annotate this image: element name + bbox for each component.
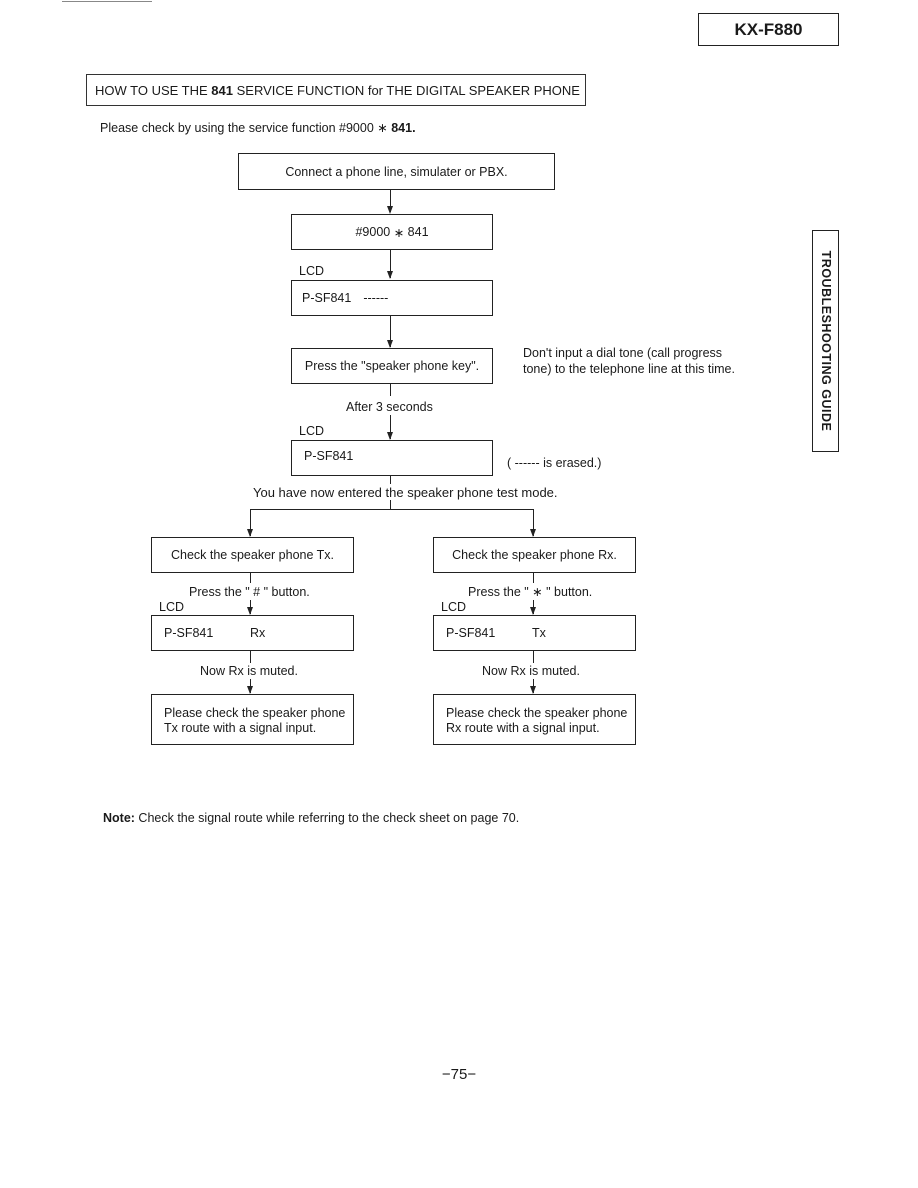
page-number: −75− <box>441 1066 477 1083</box>
model-number: KX-F880 <box>734 19 803 39</box>
erased-note: ( ------ is erased.) <box>507 456 602 470</box>
step-press-speaker-key: Press the "speaker phone key". <box>291 348 493 384</box>
heading-prefix: HOW TO USE THE <box>95 82 212 98</box>
lcd-dashes: ------ <box>363 291 389 305</box>
rx-muted-text: Now Rx is muted. <box>200 664 298 678</box>
dial-tone-note-line2: tone) to the telephone line at this time… <box>523 362 735 376</box>
lcd-code: P-SF841 <box>302 291 352 305</box>
lcd-label: LCD <box>159 600 185 614</box>
step-connect-text: Connect a phone line, simulater or PBX. <box>285 164 508 179</box>
wait-label: After 3 seconds <box>346 400 433 414</box>
connector <box>533 651 534 663</box>
check-rx-text: Check the speaker phone Rx. <box>452 548 617 562</box>
check-tx-text: Check the speaker phone Tx. <box>170 548 335 562</box>
arrow-down-icon <box>247 529 253 537</box>
side-tab: TROUBLESHOOTING GUIDE <box>812 230 839 452</box>
tx-result-line2: Tx route with a signal input. <box>164 721 317 735</box>
arrow-down-icon <box>387 432 393 440</box>
model-badge: KX-F880 <box>698 13 839 46</box>
arrow-down-icon <box>530 607 536 615</box>
intro-text: Please check by using the service functi… <box>100 121 416 136</box>
arrow-down-icon <box>387 340 393 348</box>
section-heading: HOW TO USE THE 841 SERVICE FUNCTION for … <box>86 74 586 106</box>
intro-prefix: Please check by using the service functi… <box>100 121 378 135</box>
connector <box>390 500 391 509</box>
check-rx-step: Check the speaker phone Rx. <box>433 537 636 573</box>
connector <box>250 573 251 583</box>
code-suffix: 841 <box>404 225 429 239</box>
code-prefix: #9000 <box>355 225 394 239</box>
lcd-code: P-SF841 <box>304 449 354 463</box>
rx-result-step: Please check the speaker phone Rx route … <box>433 694 636 745</box>
connector <box>533 573 534 583</box>
test-mode-text: You have now entered the speaker phone t… <box>253 485 558 500</box>
rx-result-line1: Please check the speaker phone <box>446 706 628 720</box>
lcd-mode: Tx <box>532 626 546 640</box>
lcd-display-1: P-SF841 ------ <box>291 280 493 316</box>
step-connect-line: Connect a phone line, simulater or PBX. <box>238 153 555 190</box>
lcd-display-tx: P-SF841 Rx <box>151 615 354 651</box>
lcd-display-rx: P-SF841 Tx <box>433 615 636 651</box>
connector <box>390 476 391 484</box>
step-press-text: Press the "speaker phone key". <box>304 359 480 373</box>
lcd-display-2: P-SF841 <box>291 440 493 476</box>
connector <box>250 651 251 663</box>
lcd-code: P-SF841 <box>164 626 214 640</box>
dial-tone-note-line1: Don't input a dial tone (call progress <box>523 346 723 360</box>
side-tab-label: TROUBLESHOOTING GUIDE <box>818 250 833 432</box>
arrow-down-icon <box>247 607 253 615</box>
tx-result-line1: Please check the speaker phone <box>164 706 346 720</box>
note-label: Note: <box>103 811 135 825</box>
step-enter-code: #9000 ∗ 841 <box>291 214 493 250</box>
lcd-label: LCD <box>299 264 325 278</box>
arrow-down-icon <box>247 686 253 694</box>
tx-result-step: Please check the speaker phone Tx route … <box>151 694 354 745</box>
check-tx-step: Check the speaker phone Tx. <box>151 537 354 573</box>
top-rule <box>62 1 152 2</box>
note: Note: Check the signal route while refer… <box>103 811 519 826</box>
press-star-text: Press the " ∗ " button. <box>468 585 593 599</box>
star-key-icon: ∗ <box>377 121 388 135</box>
rx-muted-text: Now Rx is muted. <box>482 664 580 678</box>
lcd-label: LCD <box>441 600 467 614</box>
intro-bold: 841. <box>387 121 416 135</box>
lcd-code: P-SF841 <box>446 626 496 640</box>
branch-line <box>250 509 533 510</box>
connector <box>390 384 391 396</box>
arrow-down-icon <box>387 271 393 279</box>
heading-suffix: SERVICE FUNCTION for THE DIGITAL SPEAKER… <box>233 82 580 98</box>
lcd-label: LCD <box>299 424 325 438</box>
press-hash-text: Press the " # " button. <box>189 585 310 599</box>
arrow-down-icon <box>530 529 536 537</box>
lcd-mode: Rx <box>250 626 266 640</box>
note-text: Check the signal route while referring t… <box>134 811 520 825</box>
arrow-down-icon <box>387 206 393 214</box>
arrow-down-icon <box>530 686 536 694</box>
star-key-icon: ∗ <box>393 225 405 240</box>
heading-bold: 841 <box>211 82 233 98</box>
rx-result-line2: Rx route with a signal input. <box>446 721 600 735</box>
